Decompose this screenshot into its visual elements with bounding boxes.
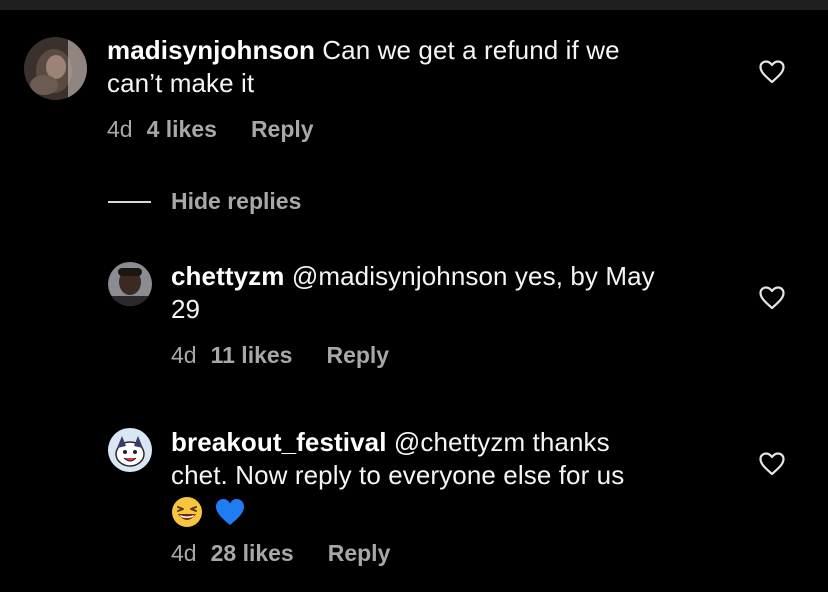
laughing-face-emoji bbox=[172, 497, 202, 528]
avatar-breakout-festival[interactable] bbox=[108, 428, 152, 472]
comment-time: 4d bbox=[107, 116, 133, 142]
like-heart-icon[interactable] bbox=[759, 60, 785, 84]
comment-body: @chettyzm thanks bbox=[386, 427, 610, 457]
comment-time: 4d bbox=[171, 540, 197, 566]
comment-username[interactable]: madisynjohnson bbox=[107, 35, 315, 65]
comment-meta-3: 4d 28 likes Reply bbox=[171, 540, 390, 567]
comment-likes-count[interactable]: 4 likes bbox=[147, 116, 217, 143]
like-heart-icon[interactable] bbox=[759, 452, 785, 476]
avatar-chettyzm[interactable] bbox=[108, 262, 152, 306]
comment-likes-count[interactable]: 28 likes bbox=[211, 540, 294, 567]
comment-text-1: madisynjohnson Can we get a refund if we… bbox=[107, 34, 747, 100]
reply-button[interactable]: Reply bbox=[251, 116, 314, 143]
comment-text-3: breakout_festival @chettyzm thanks chet.… bbox=[171, 426, 741, 528]
comment-meta-2: 4d 11 likes Reply bbox=[171, 342, 389, 369]
reply-button[interactable]: Reply bbox=[326, 342, 389, 369]
hide-replies-label[interactable]: Hide replies bbox=[171, 188, 301, 215]
comment-text-2: chettyzm @madisynjohnson yes, by May 29 bbox=[171, 260, 741, 326]
blue-heart-emoji bbox=[216, 499, 245, 526]
comment-body-line2: can’t make it bbox=[107, 68, 255, 98]
comment-meta-1: 4d 4 likes Reply bbox=[107, 116, 314, 143]
comment-likes-count[interactable]: 11 likes bbox=[211, 342, 293, 369]
comment-body: @madisynjohnson yes, by May bbox=[284, 261, 655, 291]
reply-button[interactable]: Reply bbox=[328, 540, 391, 567]
comment-body: Can we get a refund if we bbox=[314, 35, 620, 65]
comment-username[interactable]: chettyzm bbox=[171, 261, 285, 291]
top-divider-bar bbox=[0, 0, 828, 10]
comment-body-line2: 29 bbox=[171, 294, 201, 324]
comment-username[interactable]: breakout_festival bbox=[171, 427, 387, 457]
hide-replies-toggle[interactable]: Hide replies bbox=[108, 188, 301, 215]
comment-body-line2: chet. Now reply to everyone else for us bbox=[171, 460, 625, 490]
hide-replies-line bbox=[108, 200, 151, 203]
like-heart-icon[interactable] bbox=[759, 286, 785, 310]
comment-time: 4d bbox=[171, 342, 197, 368]
avatar-madisynjohnson[interactable] bbox=[24, 37, 87, 100]
